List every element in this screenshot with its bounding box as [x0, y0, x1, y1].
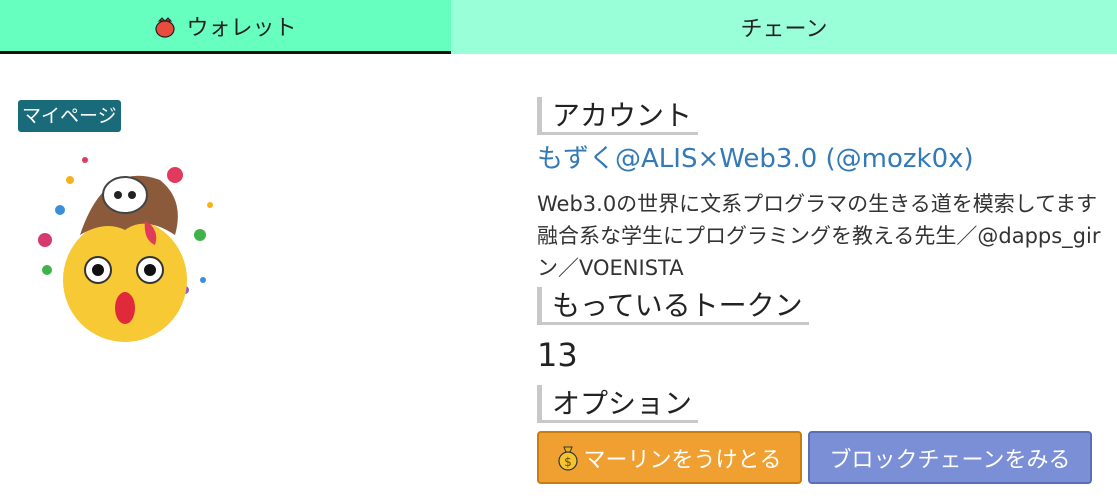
tokens-heading: もっているトークン	[537, 287, 809, 325]
mypage-badge: マイページ	[18, 100, 121, 132]
account-heading: アカウント	[537, 97, 699, 135]
view-blockchain-label: ブロックチェーンをみる	[829, 447, 1071, 473]
tab-wallet[interactable]: ウォレット	[0, 0, 451, 54]
tab-chain[interactable]: チェーン	[451, 0, 1117, 54]
bio-line: 融合系な学生にプログラミングを教える先生／@dapps_gir	[537, 224, 1101, 248]
avatar	[25, 140, 228, 343]
bio-line: ン／VOENISTA	[537, 256, 684, 280]
tab-chain-label: チェーン	[740, 17, 828, 42]
options-heading: オプション	[537, 385, 699, 423]
view-blockchain-button[interactable]: ブロックチェーンをみる	[808, 431, 1092, 484]
account-bio: Web3.0の世界に文系プログラマの生きる道を模索してます 融合系な学生にプログ…	[537, 188, 1117, 284]
receive-marine-label: マーリンをうけとる	[583, 447, 782, 473]
money-bag-icon: $	[557, 445, 579, 471]
tab-wallet-label: ウォレット	[186, 15, 297, 41]
wallet-icon	[154, 16, 176, 38]
receive-marine-button[interactable]: $ マーリンをうけとる	[537, 431, 802, 484]
tab-bar: ウォレット チェーン	[0, 0, 1117, 54]
token-count: 13	[537, 336, 578, 374]
account-name-link[interactable]: もずく@ALIS×Web3.0 (@mozk0x)	[537, 138, 974, 175]
svg-text:$: $	[565, 455, 573, 469]
bio-line: Web3.0の世界に文系プログラマの生きる道を模索してます	[537, 192, 1098, 216]
